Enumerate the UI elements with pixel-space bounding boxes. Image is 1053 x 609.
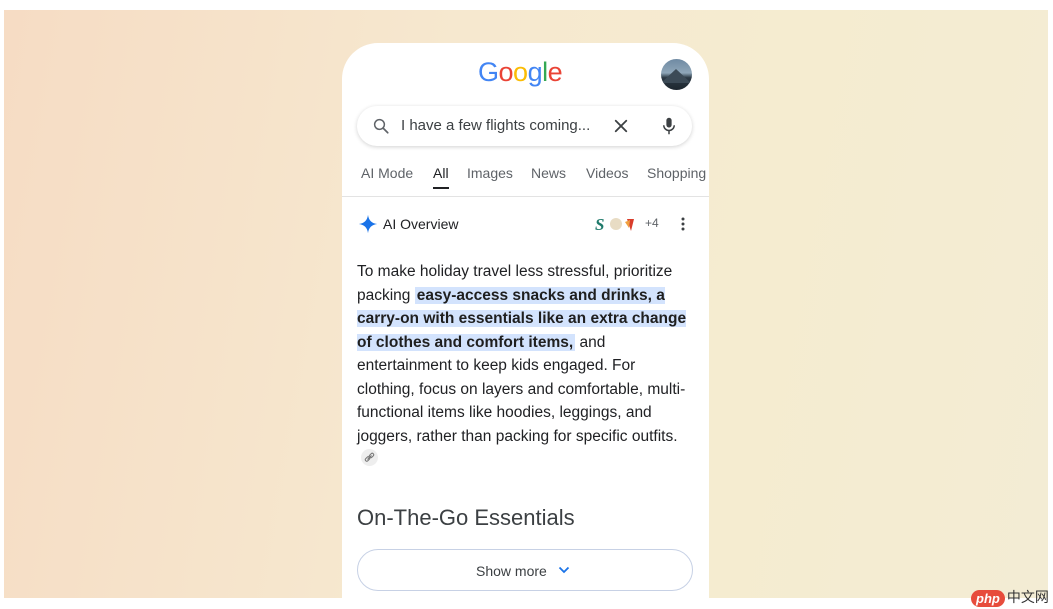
watermark-text: 中文网 xyxy=(1006,589,1049,605)
clear-icon[interactable] xyxy=(612,117,630,135)
tab-news[interactable]: News xyxy=(531,165,566,181)
tabs-divider xyxy=(342,196,709,197)
watermark: php 中文网 xyxy=(971,587,1049,607)
sparkle-icon xyxy=(358,214,378,234)
tab-shopping[interactable]: Shopping xyxy=(647,165,706,181)
ai-overview-answer: To make holiday travel less stressful, p… xyxy=(357,260,697,472)
tab-images[interactable]: Images xyxy=(467,165,513,181)
logo-letter: o xyxy=(498,57,514,87)
ai-overview-header: AI Overview S +4 xyxy=(358,214,694,234)
tab-all[interactable]: All xyxy=(433,165,449,189)
phone-screen: Google I have a few flights coming... AI… xyxy=(342,43,709,603)
more-options-icon[interactable] xyxy=(681,217,685,231)
svg-text:S: S xyxy=(595,215,604,234)
search-bar[interactable]: I have a few flights coming... xyxy=(357,106,692,146)
tab-videos[interactable]: Videos xyxy=(586,165,629,181)
logo-letter: g xyxy=(527,57,543,87)
logo-letter: o xyxy=(513,57,528,87)
ai-overview-title: AI Overview xyxy=(383,216,459,232)
watermark-brand: php xyxy=(971,590,1005,607)
show-more-button[interactable]: Show more xyxy=(357,549,693,591)
logo-letter: e xyxy=(547,57,563,87)
google-logo: Google xyxy=(478,57,563,88)
logo-letter: G xyxy=(478,57,499,87)
tab-ai-mode[interactable]: AI Mode xyxy=(361,165,413,181)
section-title: On-The-Go Essentials xyxy=(357,505,575,530)
chevron-down-icon xyxy=(558,566,570,574)
avatar-mountain-icon xyxy=(661,69,691,83)
mic-icon[interactable] xyxy=(660,116,678,136)
search-icon[interactable] xyxy=(372,117,390,135)
link-icon[interactable] xyxy=(361,449,378,466)
show-more-label: Show more xyxy=(476,563,547,579)
search-input[interactable]: I have a few flights coming... xyxy=(401,117,590,134)
source-count[interactable]: +4 xyxy=(645,216,659,230)
avatar[interactable] xyxy=(661,59,692,90)
source-favicons-icon[interactable]: S xyxy=(594,214,640,234)
